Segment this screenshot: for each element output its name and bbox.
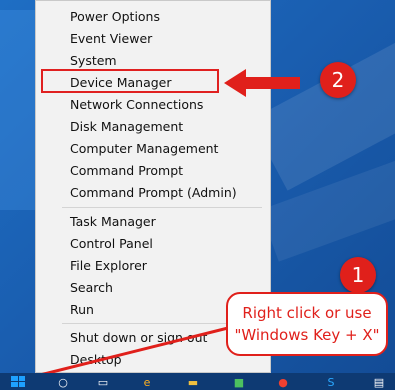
device-manager-highlight-box — [41, 69, 219, 93]
menu-separator — [62, 207, 262, 208]
menu-item-command-prompt-admin[interactable]: Command Prompt (Admin) — [70, 185, 237, 201]
menu-item-shut-down[interactable]: Shut down or sign out — [70, 330, 207, 346]
menu-item-file-explorer[interactable]: File Explorer — [70, 258, 147, 274]
menu-item-network-connections[interactable]: Network Connections — [70, 97, 203, 113]
menu-item-command-prompt[interactable]: Command Prompt — [70, 163, 183, 179]
menu-item-task-manager[interactable]: Task Manager — [70, 214, 156, 230]
menu-item-system[interactable]: System — [70, 53, 117, 69]
menu-item-event-viewer[interactable]: Event Viewer — [70, 31, 152, 47]
callout-text-line2: "Windows Key + X" — [234, 326, 380, 344]
menu-item-desktop[interactable]: Desktop — [70, 352, 122, 368]
chrome-icon[interactable]: ● — [276, 376, 290, 389]
menu-item-power-options[interactable]: Power Options — [70, 9, 160, 25]
pointer-arrow-icon — [224, 69, 300, 97]
store-icon[interactable]: ■ — [232, 376, 246, 389]
skype-icon[interactable]: S — [324, 376, 338, 389]
instruction-callout: Right click or use "Windows Key + X" — [226, 292, 388, 356]
menu-item-computer-management[interactable]: Computer Management — [70, 141, 218, 157]
task-view-icon[interactable]: ▭ — [96, 376, 110, 389]
file-explorer-icon[interactable]: ▬ — [186, 376, 200, 389]
callout-text-line1: Right click or use — [242, 304, 372, 322]
step-badge-1: 1 — [340, 257, 376, 293]
menu-item-run[interactable]: Run — [70, 302, 94, 318]
step-badge-2: 2 — [320, 62, 356, 98]
wallpaper-light-beam — [0, 10, 40, 210]
menu-item-search[interactable]: Search — [70, 280, 113, 296]
menu-item-control-panel[interactable]: Control Panel — [70, 236, 153, 252]
app-icon[interactable]: ▤ — [372, 376, 386, 389]
search-icon[interactable]: ○ — [56, 376, 70, 389]
menu-item-disk-management[interactable]: Disk Management — [70, 119, 183, 135]
start-button[interactable] — [6, 375, 30, 388]
taskbar: ○ ▭ e ▬ ■ ● S ▤ — [0, 373, 395, 390]
internet-explorer-icon[interactable]: e — [140, 376, 154, 389]
